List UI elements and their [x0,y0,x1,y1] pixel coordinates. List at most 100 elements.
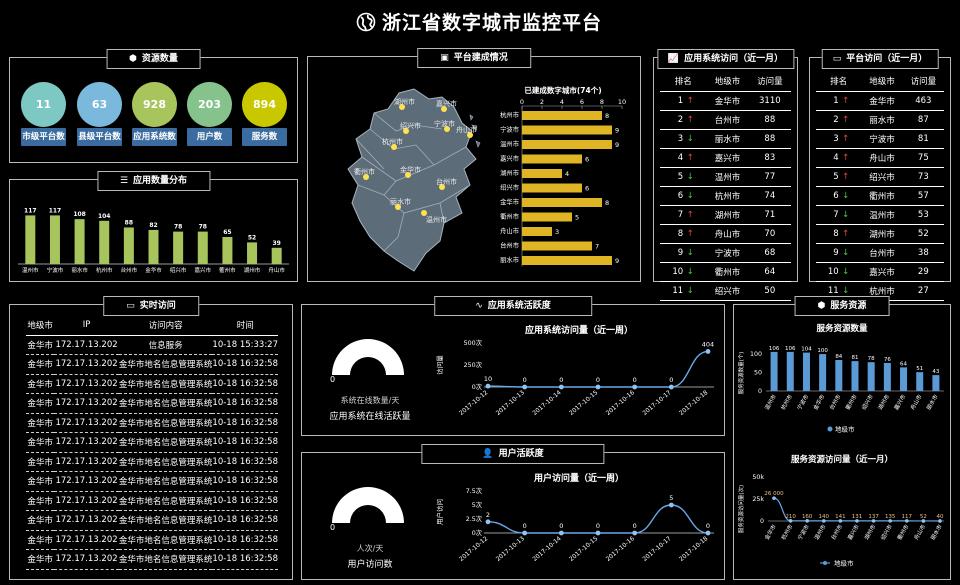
table-row[interactable]: 金华市 172.17.13.202 金华市地名信息管理系统 10-18 16:32:5… [26,374,278,394]
table-row[interactable]: 金华市 172.17.13.202 金华市地名信息管理系统 10-18 16:32:5… [26,452,278,472]
rank-row: 8 ↑ 湖州市 52 [816,224,944,244]
arrow-down-icon: ↓ [686,171,694,182]
cell-city: 金华市 [26,471,55,492]
count-cell: 81 [902,129,944,149]
data-value-label: 40 [937,514,944,520]
city-cell: 台州市 [861,243,903,263]
rank-row: 9 ↓ 宁波市 68 [660,243,791,263]
table-row[interactable]: 金华市 172.17.13.202 金华市地名信息管理系统 10-18 16:32:5… [26,432,278,453]
service-resources-title: ⬢ 服务资源 [794,296,890,316]
stat-button-app-systems[interactable]: 应用系统数 [132,128,177,146]
rank-row: 3 ↓ 丽水市 88 [660,129,791,149]
stat-circle-app-systems: 928 [132,82,177,127]
bar [247,242,258,264]
x-tick-label: 金华市 [145,266,162,274]
table-row[interactable]: 金华市 172.17.13.202 金华市地名信息管理系统 10-18 16:32:5… [26,491,278,511]
bar [916,372,924,391]
x-tick-label: 2017-10-12 [458,535,489,563]
bar [851,361,859,391]
rank-number: 1 [677,95,684,106]
bar-value-label: 6 [585,185,589,193]
rank-cell: 8 ↑ [816,224,862,244]
y-tick-label: 温州市 [500,139,519,148]
map-label-lishui: 丽水市 [390,198,411,206]
table-row[interactable]: 金华市 172.17.13.202 金华市地名信息管理系统 10-18 16:32:5… [26,393,278,414]
bar [770,351,778,391]
table-row[interactable]: 金华市 172.17.13.202 金华市地名信息管理系统 10-18 16:32:5… [26,510,278,531]
bar [271,247,282,264]
table-row[interactable]: 金华市 172.17.13.202 金华市地名信息管理系统 10-18 16:32:5… [26,530,278,550]
data-point [558,530,564,536]
x-tick-label: 宁波市 [47,266,64,274]
y-tick-label: 嘉兴市 [500,154,519,163]
bar-value-label: 106 [769,346,780,352]
rank-number: 8 [833,228,839,239]
x-tick-label: 杭州市 [96,266,113,274]
column-header: 排名 [660,72,707,92]
cell-content: 金华市地名信息管理系统 [118,510,213,531]
y-tick-label: 舟山市 [500,226,519,235]
cell-ip: 172.17.13.202 [54,549,119,570]
rank-number: 11 [827,285,839,296]
x-tick-label: 温州市 [812,523,827,542]
city-cell: 湖州市 [706,205,749,225]
user-gauge-label: 用户访问数 [347,560,393,570]
table-row[interactable]: 金华市 172.17.13.202 信息服务 10-18 15:33:27 [26,335,278,355]
stat-button-city-platforms[interactable]: 市级平台数 [21,128,66,146]
cell-ip: 172.17.13.202 [54,471,119,492]
cell-city: 金华市 [26,393,55,414]
arrow-up-icon: ↑ [842,228,850,239]
app-visit-rank-panel: 📈 应用系统访问（近一月） 排名 地级市 访问量 1 ↑ 金华市 3110 2 ↑ 台州市 88… [653,49,798,301]
rank-cell: 1 ↑ [660,91,707,111]
bar-value-label: 104 [801,347,812,353]
resource-panel-title: ⬢ 资源数量 [106,49,201,69]
rank-number: 1 [833,95,839,106]
stat-button-county-platforms[interactable]: 县级平台数 [77,128,122,146]
data-point [668,502,674,508]
y-tick-label: 绍兴市 [500,183,519,192]
table-row[interactable]: 金华市 172.17.13.202 金华市地名信息管理系统 10-18 16:32:5… [26,471,278,492]
cell-content: 金华市地名信息管理系统 [118,354,213,375]
service-bar-chart: 服务资源数量(个) 0 50 100 106 温州市 106 杭州市 104 宁波市 100 金华市 8… [737,346,944,434]
x-tick-label: 2017-10-14 [531,535,562,563]
x-tick-label: 0 [520,98,524,106]
user-gauge-value: 0 [330,523,336,532]
data-point [522,384,528,390]
table-row[interactable]: 金华市 172.17.13.202 金华市地名信息管理系统 10-18 16:32:5… [26,354,278,375]
stat-button-services[interactable]: 服务数 [242,128,287,146]
bar [802,352,810,391]
count-cell: 29 [902,262,944,282]
platform-visit-rank-title: ▭ 平台访问（近一月） [821,49,939,69]
stat-button-users[interactable]: 用户数 [187,128,232,146]
app-distribution-chart: 117 温州市 117 宁波市 108 丽水市 104 杭州市 88 台州市 82 金华市 78 绍兴市 7… [18,207,289,274]
city-cell: 金华市 [706,91,749,111]
pulse-icon: ∿ [475,301,483,311]
chart-title: 已建成数字城市(74个) [524,85,601,95]
table-row[interactable]: 金华市 172.17.13.202 金华市地名信息管理系统 10-18 16:32:5… [26,413,278,433]
bar [883,362,891,391]
count-cell: 64 [748,262,791,282]
user-icon: 👤 [482,449,494,459]
arrow-up-icon: ↑ [686,209,694,220]
bar [49,215,60,264]
cell-content: 金华市地名信息管理系统 [118,393,213,414]
bar-value-label: 9 [615,257,619,265]
cell-ip: 172.17.13.202 [54,452,119,472]
arrow-up-icon: ↑ [842,95,850,106]
y-axis-label: 服务资源数量(个) [737,352,745,395]
column-header: 地级市 [706,72,749,92]
rank-cell: 9 ↓ [816,243,862,263]
bar [123,227,134,264]
bar [819,354,827,391]
count-cell: 52 [902,224,944,244]
x-tick-label: 宁波市 [795,393,810,412]
app-activity-panel: ∿ 应用系统活跃度 0 系统在线数量/天 应用系统在线活跃量 应用系统访问量（近一… [301,296,725,436]
table-row[interactable]: 金华市 172.17.13.202 金华市地名信息管理系统 10-18 16:32:5… [26,549,278,570]
x-tick-label: 台州市 [827,393,842,412]
rank-row: 2 ↑ 丽水市 87 [816,110,944,130]
x-tick-label: 金华市 [763,523,778,542]
map-label-shaoxing: 绍兴市 [400,122,421,130]
arrow-up-icon: ↑ [686,114,694,125]
city-cell: 温州市 [706,167,749,187]
x-tick-label: 嘉兴市 [846,523,861,542]
